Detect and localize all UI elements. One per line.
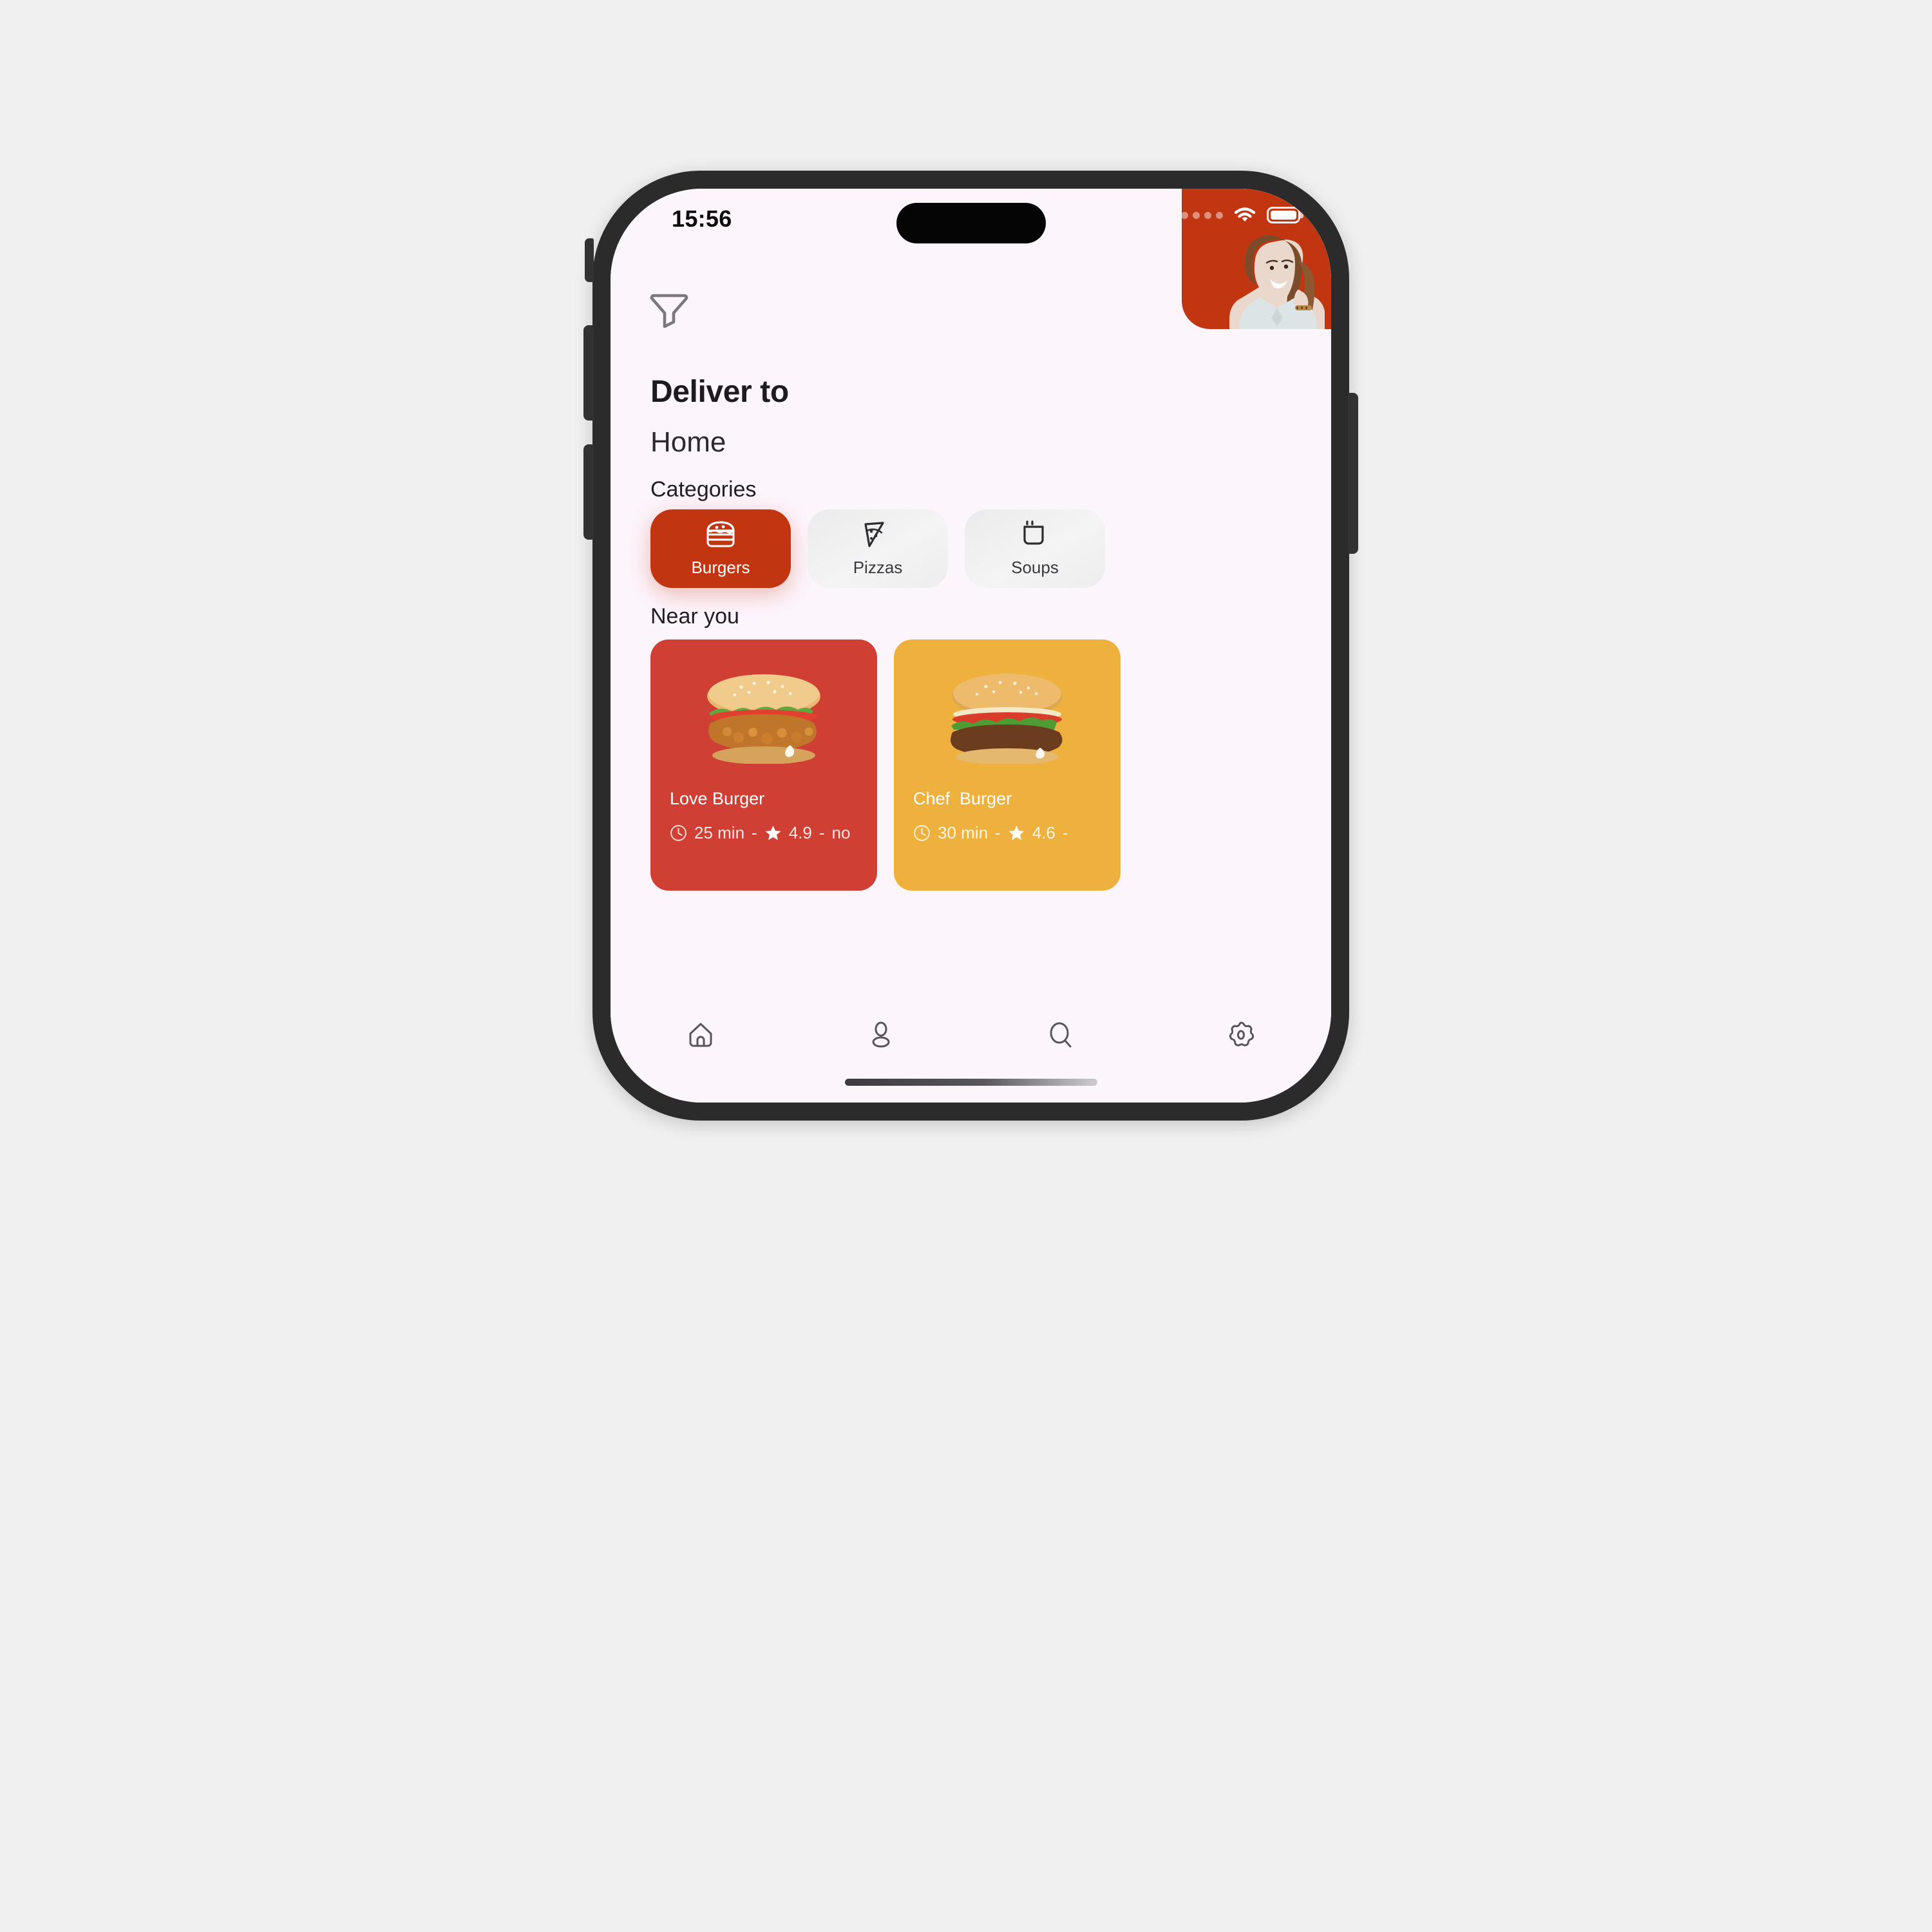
pizza-slice-icon: [864, 521, 884, 547]
extra-info: no: [831, 823, 851, 842]
home-icon: [689, 1023, 712, 1047]
meta-separator: -: [1062, 823, 1068, 842]
beef-burger-image: [951, 674, 1063, 764]
search-icon: [1050, 1022, 1072, 1048]
meta-separator: -: [995, 823, 1001, 842]
avatar-photo: [1229, 235, 1325, 329]
category-label: Soups: [1011, 557, 1059, 577]
deliver-block: Deliver to Home: [650, 374, 789, 459]
category-chip-soups[interactable]: Soups: [965, 509, 1105, 588]
category-label: Pizzas: [853, 557, 903, 577]
avatar[interactable]: [1182, 189, 1331, 329]
meta-separator: -: [819, 823, 825, 842]
restaurant-info: Love Burger 25 min - 4.9 - no: [670, 789, 867, 843]
delivery-time: 30 min: [938, 823, 989, 842]
deliver-address-value[interactable]: Home: [650, 426, 789, 459]
restaurant-name: Chef Burger: [913, 789, 1012, 808]
screenshot-canvas: Deliver to Home Categories Burgers Pizza…: [0, 0, 1932, 1932]
restaurant-name: Love Burger: [670, 789, 765, 808]
near-you-heading: Near you: [650, 604, 739, 629]
volume-down-button[interactable]: [583, 444, 594, 540]
clock-icon: [670, 825, 687, 841]
power-button[interactable]: [1348, 393, 1358, 554]
home-indicator: [844, 1079, 1097, 1086]
filter-button[interactable]: [649, 289, 689, 328]
category-label: Burgers: [691, 557, 750, 577]
tab-search[interactable]: [971, 1019, 1151, 1050]
category-chip-burgers[interactable]: Burgers: [650, 509, 791, 588]
soup-cup-icon: [1023, 520, 1044, 545]
tab-settings[interactable]: [1151, 1019, 1331, 1050]
crispy-chicken-burger-image: [707, 674, 820, 764]
categories-row[interactable]: Burgers Pizzas Soups: [650, 509, 1105, 588]
deliver-to-title: Deliver to: [650, 375, 789, 409]
tab-profile[interactable]: [791, 1019, 971, 1050]
burger-icon: [706, 520, 735, 547]
restaurant-card[interactable]: Love Burger 25 min - 4.9 - no: [650, 639, 877, 891]
rating-value: 4.9: [788, 823, 812, 842]
category-chip-pizzas[interactable]: Pizzas: [808, 509, 948, 588]
filter-funnel-icon: [650, 294, 688, 328]
categories-heading: Categories: [650, 477, 757, 502]
near-you-list[interactable]: Love Burger 25 min - 4.9 - no Chef Burge…: [650, 639, 1121, 891]
silent-switch-button[interactable]: [585, 238, 594, 282]
phone-frame: Deliver to Home Categories Burgers Pizza…: [583, 171, 1358, 1121]
delivery-time: 25 min: [694, 823, 745, 842]
clock-icon: [914, 825, 930, 841]
meta-separator: -: [752, 823, 757, 842]
person-icon: [872, 1021, 890, 1048]
volume-up-button[interactable]: [583, 325, 594, 421]
restaurant-meta: 25 min - 4.9 - no: [670, 823, 867, 843]
restaurant-info: Chef Burger 30 min - 4.6 -: [913, 789, 1110, 843]
gear-icon: [1229, 1021, 1255, 1046]
tab-home[interactable]: [611, 1019, 791, 1050]
bottom-tab-bar[interactable]: [611, 1003, 1331, 1103]
star-icon: [1009, 826, 1025, 840]
restaurant-card[interactable]: Chef Burger 30 min - 4.6 -: [894, 639, 1121, 891]
rating-value: 4.6: [1032, 823, 1056, 842]
star-icon: [765, 826, 781, 840]
restaurant-meta: 30 min - 4.6 -: [913, 823, 1110, 843]
dynamic-island: [896, 203, 1046, 243]
phone-screen: Deliver to Home Categories Burgers Pizza…: [611, 189, 1331, 1103]
